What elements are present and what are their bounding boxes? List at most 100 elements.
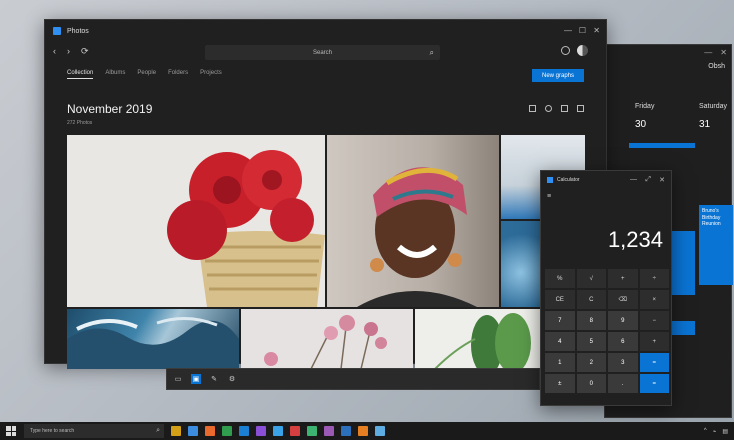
photo-count: 272 Photos [67,120,93,126]
photo-thumbnail[interactable] [241,309,413,369]
taskbar-app-icon[interactable] [290,426,300,436]
calc-key[interactable]: + [639,332,669,351]
taskbar-search-placeholder: Type here to search [30,428,75,434]
calc-key[interactable]: √ [576,269,606,288]
list-view-icon[interactable] [577,105,584,112]
page-title: November 2019 [67,102,153,116]
calc-key[interactable]: 8 [576,311,606,330]
settings-icon[interactable] [561,46,570,55]
taskbar-app-icon[interactable] [239,426,249,436]
minimize-icon[interactable]: — [704,48,712,57]
calendar-date[interactable]: 31 [699,119,710,130]
photos-window[interactable]: Photos — ☐ ✕ ‹ › ⟳ Search ⌕ Collection A… [44,19,607,369]
search-icon[interactable]: ⌕ [156,427,160,435]
forward-arrow-icon[interactable]: › [67,46,70,56]
filter-icon[interactable] [529,105,536,112]
taskbar-search-input[interactable]: Type here to search ⌕ [24,424,164,438]
taskbar: Type here to search ⌕ ^ ⌁ ▤ [0,422,734,440]
network-icon[interactable]: ⌁ [713,428,717,435]
refresh-icon[interactable]: ⟳ [81,46,89,57]
equals-button[interactable]: = [639,374,669,393]
calendar-event-bar[interactable] [671,231,695,295]
calc-key[interactable]: = [639,353,669,372]
system-tray: ^ ⌁ ▤ [704,428,728,435]
close-icon[interactable]: ✕ [720,48,727,57]
photos-app-icon [53,27,61,35]
maximize-icon[interactable]: ⤢ [645,176,651,184]
grid-view-icon[interactable] [561,105,568,112]
avatar[interactable] [577,45,588,56]
calc-key[interactable]: . [608,374,638,393]
calc-key[interactable]: ± [545,374,575,393]
photo-thumbnail[interactable] [67,309,239,369]
hamburger-menu-icon[interactable]: ≡ [547,193,551,200]
maximize-icon[interactable]: ☐ [579,26,586,35]
slideshow-icon[interactable]: ▭ [173,374,183,384]
calc-key[interactable]: CE [545,290,575,309]
calculator-titlebar: Calculator [541,171,671,189]
taskbar-app-icon[interactable] [222,426,232,436]
calc-key[interactable]: 9 [608,311,638,330]
calendar-event[interactable]: Bruno's Birthday Reunion [699,205,733,285]
tab-folders[interactable]: Folders [168,70,188,79]
tab-projects[interactable]: Projects [200,70,222,79]
window-title: Photos [67,27,89,35]
calendar-day-header: Friday [635,103,655,110]
taskbar-app-icon[interactable] [171,426,181,436]
calc-key[interactable]: 7 [545,311,575,330]
edit-icon[interactable]: ✎ [209,374,219,384]
calc-key[interactable]: 3 [608,353,638,372]
taskbar-app-icon[interactable] [341,426,351,436]
notification-icon[interactable]: ▤ [722,428,728,435]
calc-key[interactable]: − [639,311,669,330]
select-icon[interactable]: ▣ [191,374,201,384]
calc-key[interactable]: × [639,290,669,309]
calc-key[interactable]: + [608,269,638,288]
back-arrow-icon[interactable]: ‹ [53,46,56,56]
search-icon[interactable]: ⌕ [430,48,434,58]
taskbar-app-icon[interactable] [324,426,334,436]
chevron-up-icon[interactable]: ^ [704,428,707,435]
tab-albums[interactable]: Albums [105,70,125,79]
start-button[interactable] [4,424,18,438]
taskbar-app-icon[interactable] [188,426,198,436]
photo-thumbnail[interactable] [327,135,499,307]
calc-key[interactable]: ⌫ [608,290,638,309]
location-icon[interactable] [545,105,552,112]
taskbar-app-icon[interactable] [307,426,317,436]
more-icon[interactable]: ⚙ [227,374,237,384]
taskbar-app-icon[interactable] [273,426,283,436]
calc-key[interactable]: C [576,290,606,309]
tab-people[interactable]: People [137,70,156,79]
calendar-event-bar[interactable] [671,321,695,335]
close-icon[interactable]: ✕ [593,26,600,35]
photo-thumbnail[interactable] [501,221,541,307]
calculator-app-icon [547,177,553,183]
taskbar-app-icon[interactable] [375,426,385,436]
calc-key[interactable]: ÷ [639,269,669,288]
tab-collection[interactable]: Collection [67,70,94,79]
search-input[interactable]: Search ⌕ [205,45,440,60]
calc-key[interactable]: 6 [608,332,638,351]
calc-key[interactable]: % [545,269,575,288]
search-placeholder: Search [312,49,332,56]
calendar-date[interactable]: 30 [635,119,646,130]
calendar-event-bar[interactable] [629,143,695,148]
calc-key[interactable]: 0 [576,374,606,393]
close-icon[interactable]: ✕ [659,176,665,184]
portrait-image [357,167,477,307]
new-button[interactable]: New graphs [532,69,584,82]
taskbar-app-icon[interactable] [205,426,215,436]
minimize-icon[interactable]: — [564,26,572,35]
calc-key[interactable]: 5 [576,332,606,351]
taskbar-app-icon[interactable] [358,426,368,436]
calc-key[interactable]: 4 [545,332,575,351]
calc-key[interactable]: 1 [545,353,575,372]
minimize-icon[interactable]: — [630,176,637,183]
taskbar-app-icon[interactable] [256,426,266,436]
calculator-window[interactable]: Calculator — ⤢ ✕ ≡ 1,234 % √ + ÷ CE C ⌫ … [540,170,672,406]
window-title: Calculator [557,177,580,183]
photo-thumbnail[interactable] [67,135,325,307]
flower-basket-image [167,150,325,307]
calc-key[interactable]: 2 [576,353,606,372]
